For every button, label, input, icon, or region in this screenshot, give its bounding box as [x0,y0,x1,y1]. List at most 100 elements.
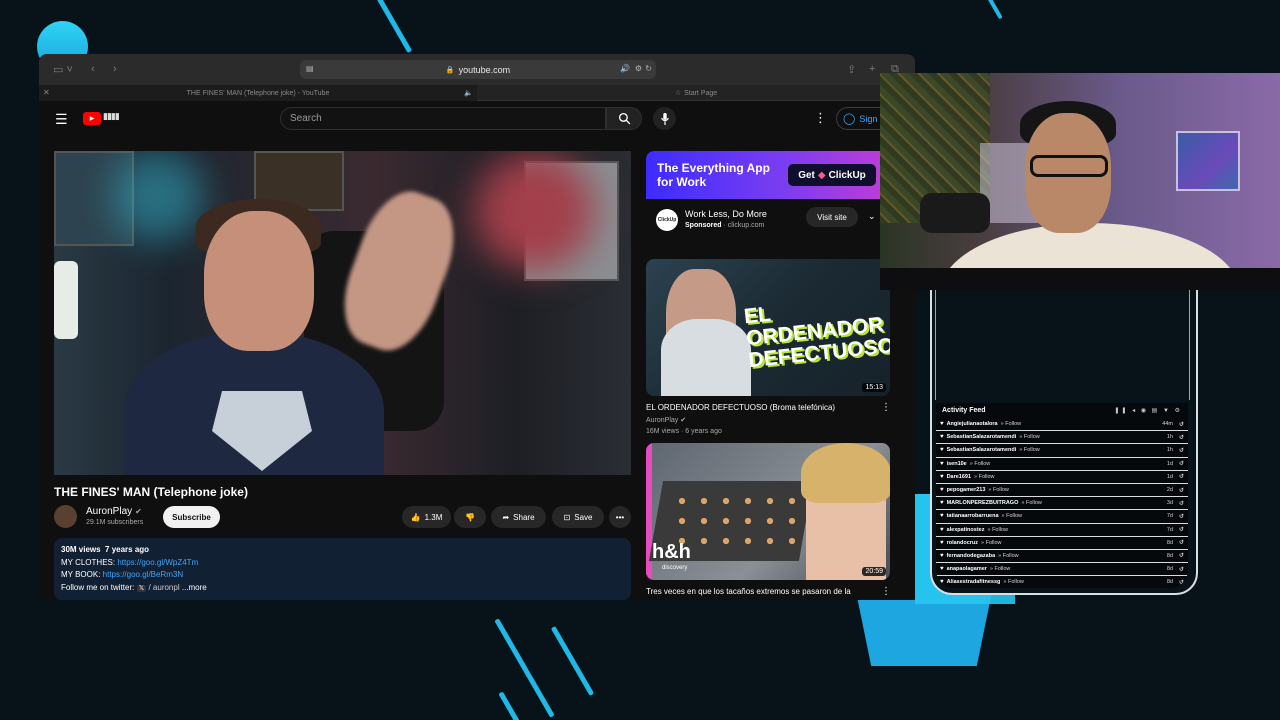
feed-action: » Follow [989,566,1011,573]
visit-site-button[interactable]: Visit site [806,207,858,227]
feed-row: ♥ Angiejulianaotalora» Follow 44m ↺ [936,418,1188,432]
feed-row: ♥ SebastianSalazarotamendi» Follow 1h ↺ [936,444,1188,458]
feed-action-text: Follow [978,473,995,480]
feed-time: 1d [1166,473,1173,480]
channel-avatar[interactable] [54,505,77,528]
like-count: 1.3M [424,512,443,522]
forward-icon[interactable]: › [113,63,117,75]
tab-start-page[interactable]: ☆ Start Page [477,85,915,101]
account-icon: ◯ [843,113,856,125]
back-icon[interactable]: ‹ [91,63,95,75]
feed-row: ♥ SebastianSalazarotamendi» Follow 1h ↺ [936,431,1188,445]
book-link[interactable]: https://goo.gl/BeRm3N [103,570,183,579]
replay-icon[interactable]: ↺ [1179,513,1184,520]
replay-icon[interactable]: ↺ [1179,487,1184,494]
video-scene [54,261,78,339]
save-button[interactable]: ⊡ Save [552,506,604,528]
advertiser-avatar[interactable]: ClickUp [656,209,678,231]
close-tab-icon[interactable]: ✕ [43,88,50,97]
related-video-title[interactable]: Tres veces en que los tacaños extremos s… [646,587,851,596]
feed-row: ♥ anapaolagamer» Follow 8d ↺ [936,563,1188,577]
tab-strip: ✕ THE FINES' MAN (Telephone joke) - YouT… [39,85,915,101]
video-scene [124,191,384,475]
feed-action: » Follow [1021,500,1042,507]
tab-title: Start Page [684,89,718,97]
clothes-link[interactable]: https://goo.gl/WpZ4Tm [117,558,198,567]
feed-action: » Follow [1019,447,1040,454]
new-tab-icon[interactable]: + [869,63,875,75]
search-input[interactable]: Search [280,107,606,130]
youtube-logo-icon[interactable]: ▶ [83,112,101,125]
feed-action: » Follow [1019,434,1040,441]
description-line: MY BOOK: https://goo.gl/BeRm3N [61,569,624,582]
replay-icon[interactable]: ↺ [1179,526,1184,533]
description-label: Follow me on twitter: [61,582,135,592]
audio-icon[interactable]: 🔊 [620,64,630,73]
url-text: youtube.com [458,64,511,75]
replay-icon[interactable]: ↺ [1179,421,1184,428]
search-button[interactable] [606,107,642,130]
feed-row: ♥ fernandodegazaba» Follow 8d ↺ [936,550,1188,564]
ad-cta-button[interactable]: Get ◆ ClickUp [788,164,876,186]
show-more-button[interactable]: ...more [182,583,207,592]
thumbnail-subtext: discovery [662,565,688,571]
youtube-doodle[interactable]: ▮▮▮▮ [103,111,120,122]
feed-user: SebastianSalazarotamendi [946,434,1017,441]
subscribe-button[interactable]: Subscribe [163,506,220,528]
related-video-channel[interactable]: AuronPlay ✔ [646,416,686,424]
replay-icon[interactable]: ↺ [1179,434,1184,441]
related-video-thumbnail[interactable]: EL ORDENADOR DEFECTUOSO 15:13 [646,259,890,396]
heart-icon: ♥ [940,552,944,559]
twitter-handle[interactable]: / auronpl [148,583,179,592]
related-video-thumbnail[interactable]: h&h discovery 20:59 [646,443,890,580]
replay-icon[interactable]: ↺ [1179,539,1184,546]
ad-card[interactable]: The Everything App for Work Get ◆ ClickU… [646,151,893,242]
feed-user: tatianaarrobarruena [946,513,999,520]
thumbnail-scene [801,443,890,503]
more-options-icon[interactable]: ⋮ [881,586,891,597]
sidebar-toggle-icon[interactable]: ▭ ˅ [53,63,73,76]
more-options-icon[interactable]: ⋮ [814,110,827,126]
feed-user: anapaolagamer [946,566,987,573]
more-options-icon[interactable]: ⋮ [881,402,891,413]
voice-search-button[interactable] [653,107,676,130]
share-icon[interactable]: ⇪ [847,63,856,76]
more-actions-button[interactable]: ••• [609,506,631,528]
ad-title: Work Less, Do More [685,209,767,219]
share-button[interactable]: ➦ Share [491,506,546,528]
ad-sponsor-line: Sponsored · clickup.com [685,222,765,229]
youtube-header: ☰ ▶ ▮▮▮▮ Search ⋮ ◯ Sign [39,101,915,137]
feed-action-text: Follow [1023,447,1040,454]
menu-icon[interactable]: ☰ [55,111,68,128]
reader-icon[interactable]: ▤ [306,64,314,73]
heart-icon: ♥ [940,460,944,467]
replay-icon[interactable]: ↺ [1179,500,1184,507]
translate-icon[interactable]: ⚙ [635,64,642,73]
replay-icon[interactable]: ↺ [1179,447,1184,454]
reload-icon[interactable]: ↻ [645,64,652,73]
thumbnail-scene [661,319,751,396]
related-video-title[interactable]: EL ORDENADOR DEFECTUOSO (Broma telefónic… [646,403,835,412]
video-description[interactable]: 30M views 7 years ago MY CLOTHES: https:… [54,538,631,600]
heart-icon: ♥ [940,487,944,494]
feed-action: » Follow [1003,579,1024,586]
feed-controls[interactable]: ❚❚ ◂ ◉ ▤ ▼ ⚙ [1114,407,1182,414]
like-button[interactable]: 👍 1.3M [402,506,451,528]
replay-icon[interactable]: ↺ [1179,552,1184,559]
replay-icon[interactable]: ↺ [1179,473,1184,480]
background-stripe [498,691,523,720]
dislike-button[interactable]: 👎 [454,506,486,528]
share-label: Share [513,512,535,522]
chevron-down-icon[interactable]: ⌄ [868,211,876,222]
address-bar[interactable]: ▤ 🔒 youtube.com 🔊 ⚙ ↻ [300,60,656,79]
feed-action-text: Follow [994,566,1011,573]
replay-icon[interactable]: ↺ [1179,460,1184,467]
video-player[interactable] [54,151,631,475]
ad-banner[interactable]: The Everything App for Work Get ◆ ClickU… [646,151,893,199]
replay-icon[interactable]: ↺ [1179,566,1184,573]
webcam-overlay [880,73,1280,290]
tab-youtube[interactable]: ✕ THE FINES' MAN (Telephone joke) - YouT… [39,85,477,101]
channel-name[interactable]: AuronPlay ✔ [86,506,142,517]
verified-icon: ✔ [135,507,142,516]
heart-icon: ♥ [940,500,944,507]
